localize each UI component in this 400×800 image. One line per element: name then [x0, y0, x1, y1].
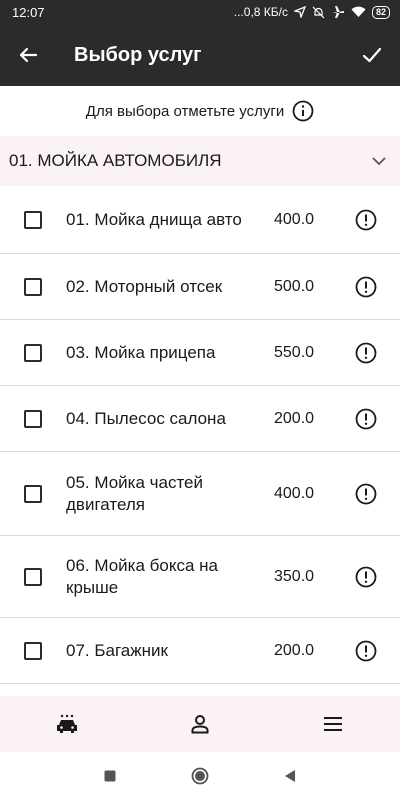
exclamation-circle-icon	[355, 342, 377, 363]
selection-hint: Для выбора отметьте услуги	[0, 86, 400, 136]
exclamation-circle-icon	[355, 483, 377, 504]
page-title: Выбор услуг	[74, 43, 202, 66]
service-name: 01. Мойка днища авто	[66, 209, 242, 229]
nav-profile[interactable]	[170, 696, 230, 752]
service-checkbox[interactable]	[24, 277, 42, 296]
category-title: 01. МОЙКА АВТОМОБИЛЯ	[9, 151, 222, 170]
service-name: 05. Мойка частей двигателя	[66, 472, 204, 514]
category-header[interactable]: 01. МОЙКА АВТОМОБИЛЯ	[0, 136, 400, 186]
status-icons: ...0,8 КБ/с 82	[234, 5, 390, 19]
service-name: 02. Моторный отсек	[66, 276, 223, 296]
list-item[interactable]: 01. Мойка днища авто 400.0	[0, 186, 400, 254]
service-price: 200.0	[274, 409, 315, 427]
square-icon	[104, 770, 116, 782]
system-back-button[interactable]	[275, 761, 305, 791]
service-checkbox[interactable]	[24, 641, 42, 660]
exclamation-circle-icon	[355, 408, 377, 429]
service-price: 350.0	[274, 567, 315, 585]
service-name: 04. Пылесос салона	[66, 408, 226, 428]
arrow-left-icon	[19, 47, 38, 63]
status-bar: 12:07 ...0,8 КБ/с 82	[0, 0, 400, 24]
service-price: 400.0	[274, 210, 315, 228]
list-item[interactable]: 03. Мойка прицепа 550.0	[0, 320, 400, 386]
list-item[interactable]: 02. Моторный отсек 500.0	[0, 254, 400, 320]
service-name: 06. Мойка бокса на крыше	[66, 555, 218, 597]
service-details-button[interactable]	[354, 341, 378, 365]
mute-bell-icon	[312, 6, 325, 18]
person-icon	[191, 715, 209, 734]
service-details-button[interactable]	[354, 275, 378, 299]
circle-icon	[191, 767, 209, 785]
car-wash-icon	[56, 714, 77, 733]
service-price: 500.0	[274, 277, 315, 295]
exclamation-circle-icon	[355, 209, 377, 230]
service-checkbox[interactable]	[24, 409, 42, 428]
exclamation-circle-icon	[355, 640, 377, 661]
services-list: 01. Мойка днища авто 400.0 02. Моторный …	[0, 186, 400, 696]
service-name: 03. Мойка прицепа	[66, 342, 216, 362]
service-checkbox[interactable]	[24, 567, 42, 586]
info-icon[interactable]	[292, 100, 314, 122]
airplane-icon	[331, 6, 344, 18]
service-details-button[interactable]	[354, 482, 378, 506]
system-navigation	[0, 752, 400, 800]
nav-car-wash[interactable]	[37, 696, 97, 752]
service-price: 400.0	[274, 484, 315, 502]
exclamation-circle-icon	[355, 566, 377, 587]
list-item[interactable]: 07. Багажник 200.0	[0, 618, 400, 684]
bottom-navigation	[0, 696, 400, 752]
list-item[interactable]: 06. Мойка бокса на крыше 350.0	[0, 536, 400, 618]
service-price: 550.0	[274, 343, 315, 361]
service-details-button[interactable]	[354, 639, 378, 663]
service-details-button[interactable]	[354, 208, 378, 232]
status-time: 12:07	[12, 4, 45, 20]
service-checkbox[interactable]	[24, 484, 42, 503]
triangle-left-icon	[285, 770, 295, 782]
back-button[interactable]	[0, 24, 56, 86]
recent-apps-button[interactable]	[95, 761, 125, 791]
service-checkbox[interactable]	[24, 343, 42, 362]
service-name: 07. Багажник	[66, 640, 168, 660]
home-button[interactable]	[185, 761, 215, 791]
location-icon	[293, 6, 306, 18]
list-item[interactable]: 04. Пылесос салона 200.0	[0, 386, 400, 452]
network-speed: ...0,8 КБ/с	[233, 5, 288, 19]
service-details-button[interactable]	[354, 565, 378, 589]
exclamation-circle-icon	[355, 276, 377, 297]
chevron-down-icon	[372, 157, 386, 166]
nav-menu[interactable]	[303, 696, 363, 752]
service-checkbox[interactable]	[24, 210, 42, 229]
wifi-icon	[351, 6, 366, 18]
hint-text: Для выбора отметьте услуги	[85, 102, 285, 120]
service-price: 200.0	[274, 641, 315, 659]
confirm-button[interactable]	[344, 24, 400, 86]
battery-indicator: 82	[371, 5, 390, 19]
list-item[interactable]: 05. Мойка частей двигателя 400.0	[0, 452, 400, 536]
service-details-button[interactable]	[354, 407, 378, 431]
menu-icon	[324, 717, 343, 731]
app-bar: Выбор услуг	[0, 24, 400, 86]
checkmark-icon	[362, 47, 382, 63]
